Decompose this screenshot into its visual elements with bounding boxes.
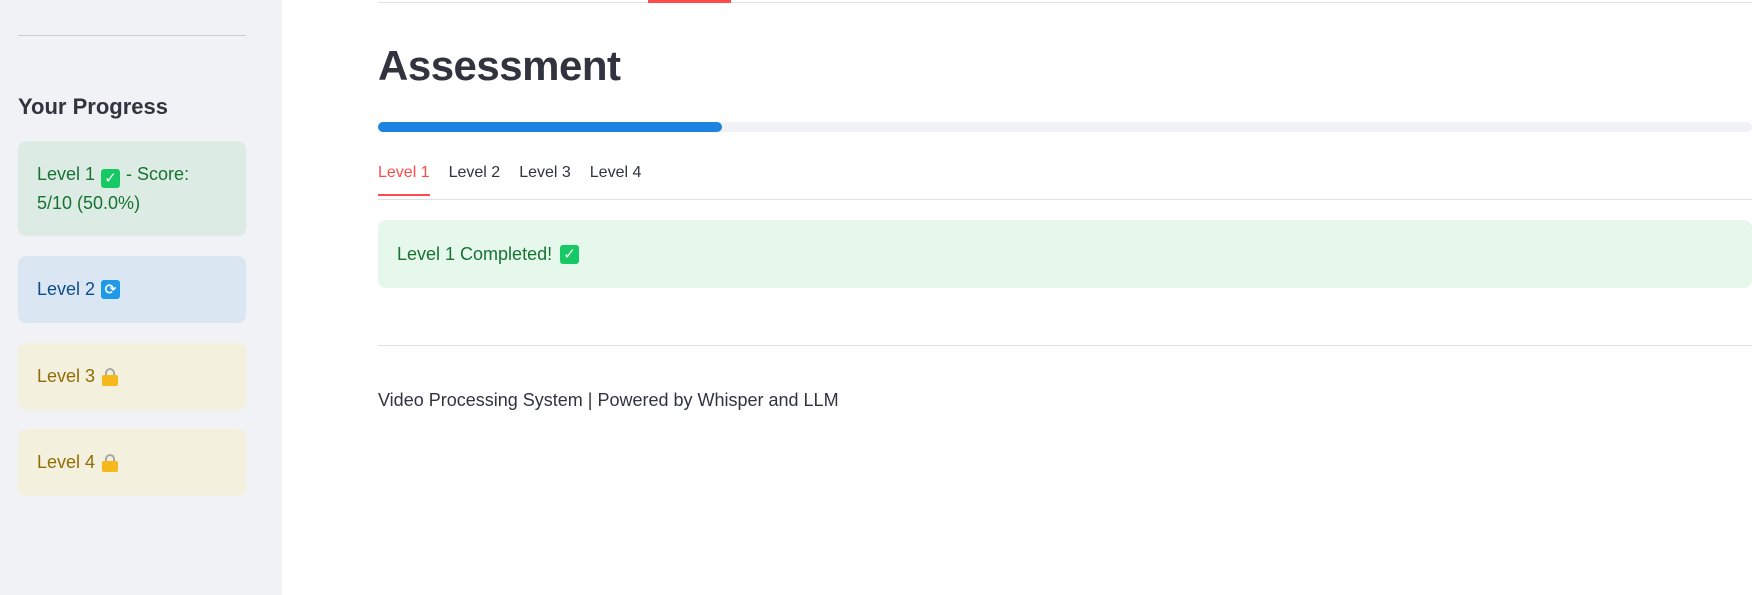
tab-level-4[interactable]: Level 4 xyxy=(590,164,642,196)
footer-divider xyxy=(378,345,1752,346)
completion-alert: Level 1 Completed! ✓ xyxy=(378,220,1752,288)
level-1-status-text: Level 1 ✓ - Score: 5/10 (50.0%) xyxy=(37,160,227,218)
completion-alert-text: Level 1 Completed! xyxy=(397,243,553,264)
level-3-label: Level 3 xyxy=(37,366,96,386)
level-2-label: Level 2 xyxy=(37,279,96,299)
check-mark-icon: ✓ xyxy=(101,168,121,188)
level-tabs: Level 1 Level 2 Level 3 Level 4 xyxy=(378,164,641,196)
sidebar: Your Progress Level 1 ✓ - Score: 5/10 (50.… xyxy=(0,0,282,595)
level-3-status-card: Level 3 xyxy=(18,343,246,410)
level-1-label: Level 1 xyxy=(37,163,96,184)
refresh-icon: ⟳ xyxy=(101,280,121,299)
tab-level-2[interactable]: Level 2 xyxy=(449,164,501,196)
sidebar-divider xyxy=(18,35,246,36)
tab-level-3[interactable]: Level 3 xyxy=(519,164,571,196)
level-4-label: Level 4 xyxy=(37,452,96,472)
tabs-divider xyxy=(378,199,1752,200)
page-title: Assessment xyxy=(378,42,621,89)
footer-text: Video Processing System | Powered by Whi… xyxy=(378,390,839,410)
main-content: Assessment Level 1 Level 2 Level 3 Level… xyxy=(378,0,1752,595)
sidebar-heading: Your Progress xyxy=(18,94,168,119)
lock-icon xyxy=(102,453,119,472)
progress-bar xyxy=(378,122,1752,132)
lock-icon xyxy=(102,367,119,386)
top-divider xyxy=(378,2,1752,3)
progress-bar-fill xyxy=(378,122,722,132)
tab-level-1[interactable]: Level 1 xyxy=(378,164,430,196)
level-2-status-card: Level 2 ⟳ xyxy=(18,256,246,323)
level-1-status-card: Level 1 ✓ - Score: 5/10 (50.0%) xyxy=(18,141,246,236)
level-4-status-card: Level 4 xyxy=(18,429,246,496)
top-accent-bar xyxy=(648,0,731,3)
check-mark-icon: ✓ xyxy=(560,244,580,264)
